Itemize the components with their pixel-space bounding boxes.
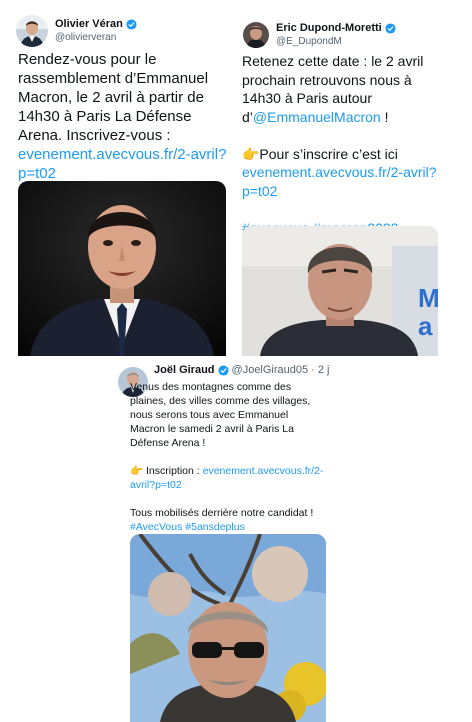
tweet-text-block: Venus des montagnes comme des plaines, d… [130,380,326,534]
tweet-text-block: Rendez-vous pour le rassemblement d’Emma… [18,50,230,183]
tweet-link[interactable]: evenement.avecvous.fr/2-avril?p=t02 [242,164,437,199]
author-name[interactable]: Olivier Véran [55,18,123,32]
verified-badge-icon [385,23,396,34]
author-handle[interactable]: @olivierveran [55,32,137,45]
tweet-text-block: Retenez cette date : le 2 avril prochain… [242,52,448,237]
tweet-text: Venus des montagnes comme des plaines, d… [130,381,311,449]
tweet-header: Olivier Véran @olivierveran [16,15,137,47]
verified-badge-icon [126,19,137,30]
tweet-time[interactable]: · 2 j [311,364,329,378]
tweet-text-end: ! [380,108,389,125]
author-handle[interactable]: @JoelGiraud05 [232,364,309,378]
author-name[interactable]: Eric Dupond-Moretti [276,22,382,36]
author-name[interactable]: Joël Giraud [154,364,215,378]
tweet-olivier-veran[interactable]: Olivier Véran @olivierveran Rendez-vous … [0,0,236,356]
tweet-photo[interactable] [18,181,226,356]
avatar[interactable] [16,15,48,47]
tweet-link[interactable]: evenement.avecvous.fr/2-avril?p=t02 [18,146,226,182]
tweet-photo[interactable]: M a [242,226,438,356]
photo-side-text: M a [418,283,438,341]
tweet-header: Eric Dupond-Moretti @E_DupondM [243,22,396,49]
signup-text: 👉Pour s’inscrire c’est ici [242,145,398,162]
avatar[interactable] [243,22,269,49]
hashtags[interactable]: #AvecVous #5ansdeplus [130,521,245,533]
author-handle[interactable]: @E_DupondM [276,36,396,49]
verified-badge-icon [217,365,229,376]
tweet-photo[interactable] [130,534,326,722]
tweet-joel-giraud[interactable]: Joël Giraud @JoelGiraud05 · 2 j Venus de… [118,356,354,722]
tweet-text: Rendez-vous pour le rassemblement d’Emma… [18,51,209,144]
signup-label: 👉 Inscription : [130,465,203,477]
mention-link[interactable]: @EmmanuelMacron [253,109,381,125]
tweet-eric-dupond-moretti[interactable]: Eric Dupond-Moretti @E_DupondM Retenez c… [236,0,472,356]
closing-text: Tous mobilisés derrière notre candidat ! [130,507,314,519]
